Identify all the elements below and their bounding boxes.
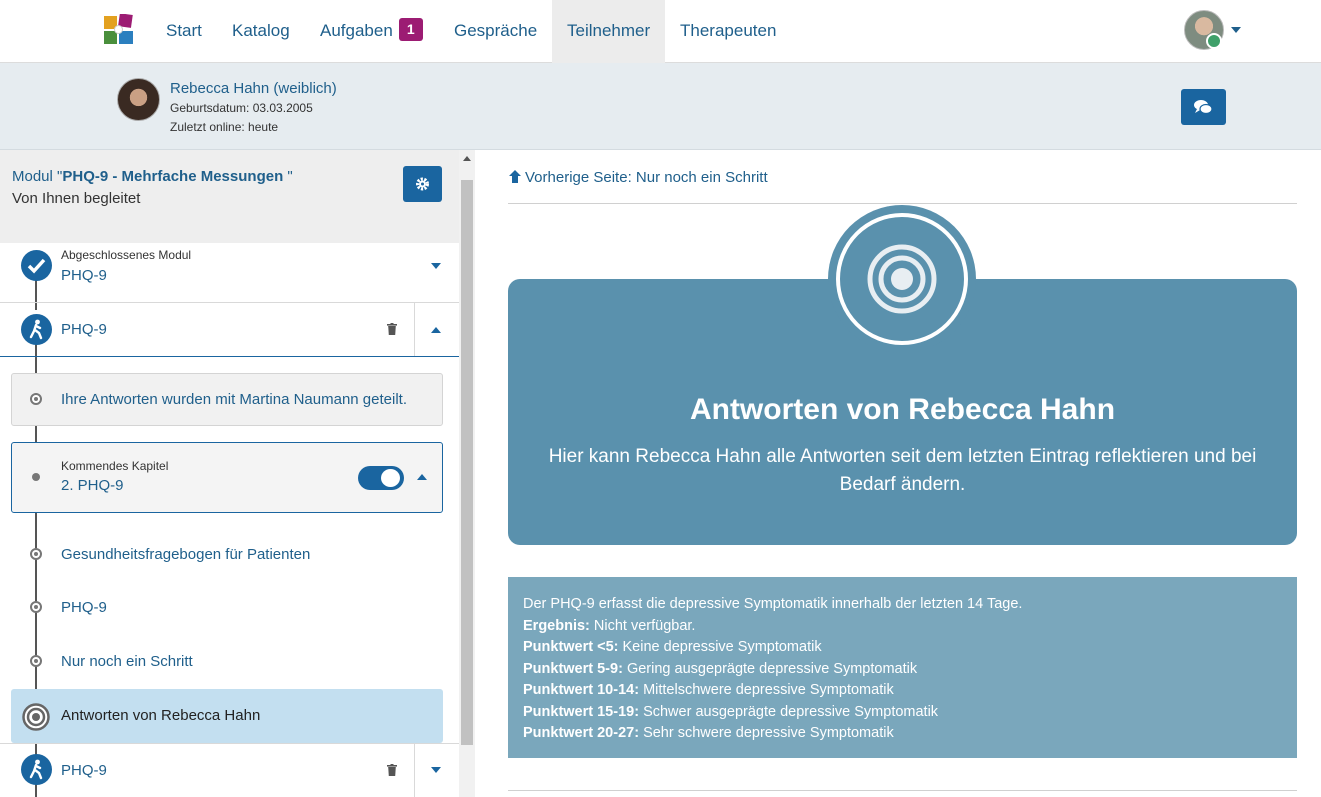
module-subtitle: Von Ihnen begleitet <box>12 190 141 207</box>
upcoming-chapter-name: 2. PHQ-9 <box>61 477 124 494</box>
step-dot-icon <box>32 473 40 481</box>
chat-button[interactable] <box>1181 89 1226 125</box>
target-icon <box>22 703 50 731</box>
participant-last-online: Zuletzt online: heute <box>170 120 279 134</box>
shared-info-text: Ihre Antworten wurden mit Martina Nauman… <box>61 391 408 408</box>
nav-teilnehmer[interactable]: Teilnehmer <box>552 0 665 63</box>
line-text: Schwer ausgeprägte depressive Symptomati… <box>639 703 939 720</box>
completed-module-name[interactable]: PHQ-9 <box>61 267 107 284</box>
module-title: Modul "PHQ-9 - Mehrfache Messungen " <box>12 168 293 185</box>
step-item[interactable]: Nur noch ein Schritt <box>61 653 193 670</box>
line-text: Nicht verfügbar. <box>589 617 696 634</box>
active-step-label: Antworten von Rebecca Hahn <box>61 707 261 724</box>
previous-page-label: Vorherige Seite: Nur noch ein Schritt <box>525 169 768 186</box>
trash-icon[interactable] <box>387 764 397 776</box>
module-sidebar: Modul "PHQ-9 - Mehrfache Messungen " Von… <box>0 150 459 797</box>
nav-aufgaben-label: Aufgaben <box>320 21 393 40</box>
scroll-up-arrow-icon[interactable] <box>463 156 471 161</box>
nav-therapeuten[interactable]: Therapeuten <box>680 0 776 63</box>
module-header: Modul "PHQ-9 - Mehrfache Messungen " Von… <box>0 150 459 243</box>
line-label: Punktwert 15-19: <box>523 703 640 720</box>
divider <box>414 744 415 797</box>
line-text: Sehr schwere depressive Symptomatik <box>639 725 894 741</box>
chapter-toggle[interactable] <box>358 466 404 490</box>
timeline-line <box>35 280 37 310</box>
divider <box>508 203 1297 204</box>
nav-aufgaben[interactable]: Aufgaben 1 <box>320 0 423 63</box>
hero-text: Hier kann Rebecca Hahn alle Antworten se… <box>548 446 1257 495</box>
description-line: Punktwert 20-27: Sehr schwere depressive… <box>523 723 1282 745</box>
participant-header: Rebecca Hahn (weiblich) Geburtsdatum: 03… <box>0 63 1321 150</box>
description-line: Ergebnis: Nicht verfügbar. <box>523 616 1282 638</box>
line-text: Keine depressive Symptomatik <box>618 639 822 655</box>
walking-person-icon <box>21 754 52 785</box>
description-line: Punktwert 15-19: Schwer ausgeprägte depr… <box>523 702 1282 724</box>
hero-title: Antworten von Rebecca Hahn <box>689 393 1116 426</box>
module-name: PHQ-9 - Mehrfache Messungen <box>62 168 284 185</box>
step-item[interactable]: Gesundheitsfragebogen für Patienten <box>61 546 310 563</box>
divider <box>0 356 459 357</box>
step-dot-icon <box>30 601 42 613</box>
previous-page-link[interactable]: Vorherige Seite: Nur noch ein Schritt <box>508 169 768 186</box>
divider <box>414 303 415 357</box>
top-navigation: Start Katalog Aufgaben 1 Gespräche Teilne… <box>0 0 1321 63</box>
target-icon <box>867 244 937 314</box>
divider <box>508 790 1297 791</box>
chat-icon <box>1194 100 1213 115</box>
app-logo[interactable] <box>104 14 134 46</box>
description-line: Punktwert 5-9: Gering ausgeprägte depres… <box>523 659 1282 681</box>
step-content: Vorherige Seite: Nur noch ein Schritt An… <box>475 150 1321 797</box>
line-label: Punktwert 5-9: <box>523 660 623 677</box>
upcoming-chapter-label: Kommendes Kapitel <box>61 459 169 473</box>
module-settings-button[interactable] <box>403 166 442 202</box>
step-item[interactable]: PHQ-9 <box>61 599 107 616</box>
trash-icon[interactable] <box>387 323 397 335</box>
step-dot-icon <box>30 548 42 560</box>
description-intro: Der PHQ-9 erfasst die depressive Symptom… <box>523 596 1023 612</box>
description-line: Punktwert <5: Keine depressive Symptomat… <box>523 637 1282 659</box>
line-label: Punktwert <5: <box>523 639 619 655</box>
nav-start[interactable]: Start <box>166 0 202 63</box>
sidebar-scrollbar[interactable] <box>459 150 475 797</box>
next-module-name[interactable]: PHQ-9 <box>61 762 107 779</box>
participant-name[interactable]: Rebecca Hahn (weiblich) <box>170 80 337 97</box>
gear-icon <box>416 177 429 191</box>
module-title-suffix: " <box>287 168 293 185</box>
nav-katalog[interactable]: Katalog <box>232 0 290 63</box>
scrollbar-thumb[interactable] <box>461 180 473 745</box>
completed-module-label: Abgeschlossenes Modul <box>61 248 192 262</box>
line-label: Punktwert 10-14: <box>523 682 640 698</box>
line-label: Ergebnis: <box>523 617 590 634</box>
module-title-prefix: Modul " <box>12 168 63 185</box>
description-line: Punktwert 10-14: Mittelschwere depressiv… <box>523 680 1282 702</box>
line-text: Mittelschwere depressive Symptomatik <box>639 682 894 698</box>
chevron-up-icon[interactable] <box>417 474 427 480</box>
line-text: Gering ausgeprägte depressive Symptomati… <box>622 660 918 677</box>
chevron-up-icon[interactable] <box>431 327 441 333</box>
walking-person-icon <box>21 314 52 345</box>
line-label: Punktwert 20-27: <box>523 725 640 741</box>
chevron-down-icon[interactable] <box>1231 27 1241 33</box>
chevron-down-icon[interactable] <box>431 263 441 269</box>
step-dot-icon <box>30 655 42 667</box>
tasks-count-badge: 1 <box>398 18 423 42</box>
chevron-down-icon[interactable] <box>431 767 441 773</box>
arrow-up-icon <box>509 170 521 183</box>
nav-gespraeche[interactable]: Gespräche <box>454 0 537 63</box>
participant-birthdate: Geburtsdatum: 03.03.2005 <box>170 101 313 115</box>
description-box: Der PHQ-9 erfasst die depressive Symptom… <box>508 577 1297 758</box>
divider <box>0 743 459 744</box>
step-dot-icon <box>30 393 42 405</box>
online-status-icon <box>1206 33 1222 49</box>
current-module-name[interactable]: PHQ-9 <box>61 321 107 338</box>
check-icon <box>21 250 52 281</box>
participant-avatar <box>117 78 160 121</box>
divider <box>0 302 459 303</box>
